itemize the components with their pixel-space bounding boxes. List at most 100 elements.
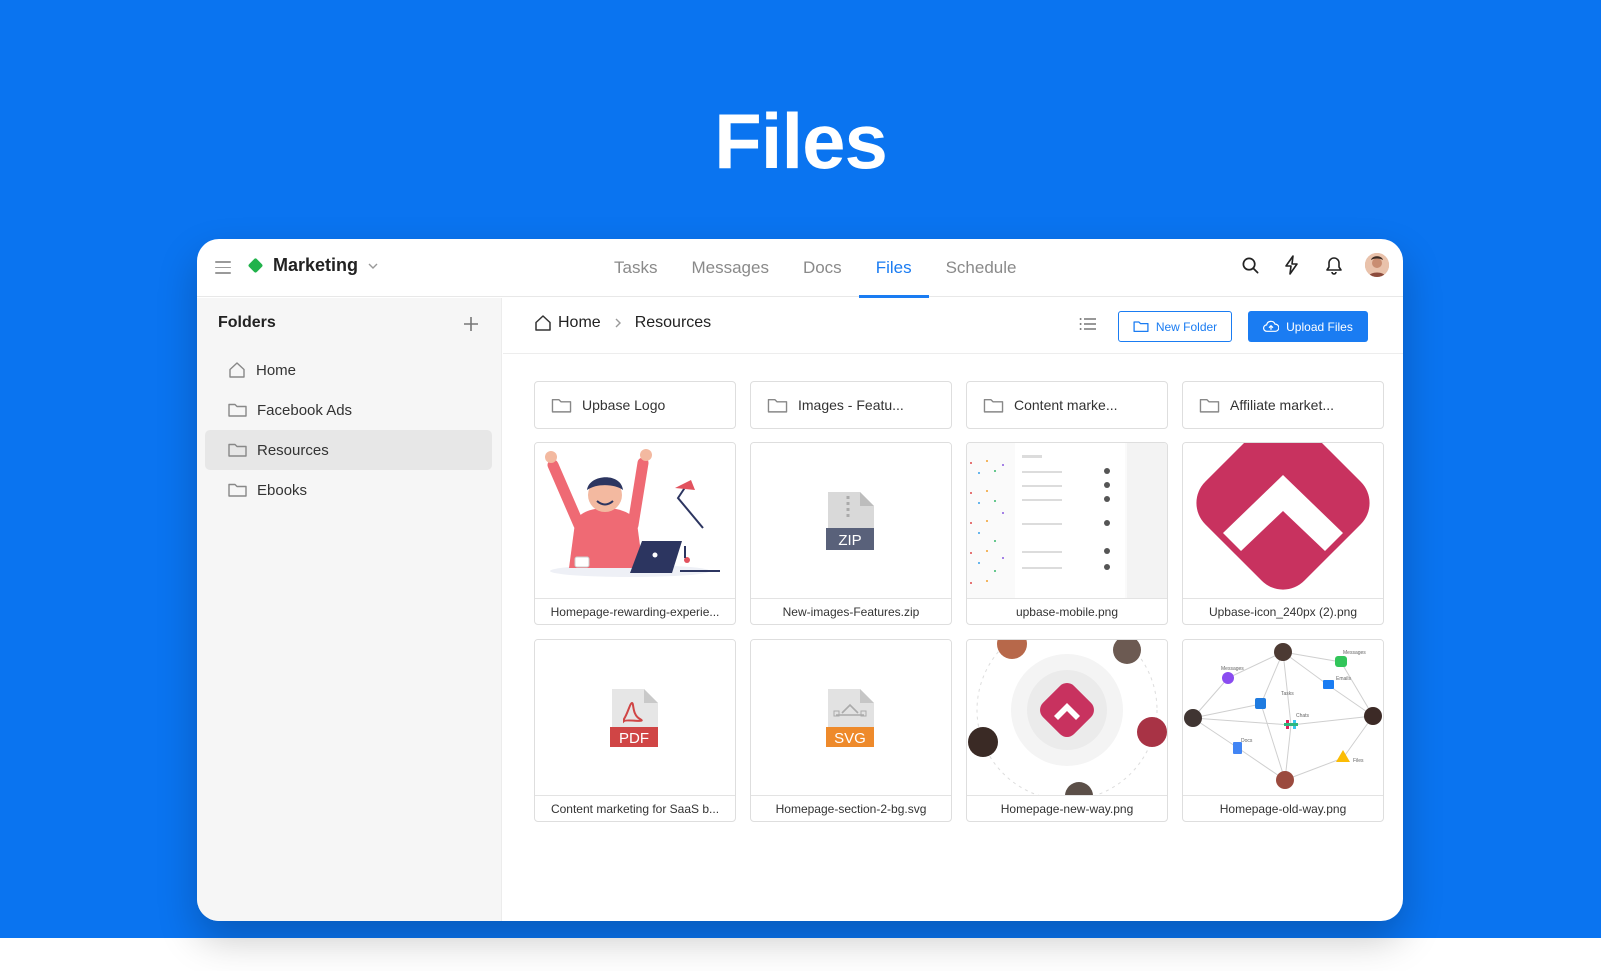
pdf-file-icon: PDF [610,688,658,747]
file-name: Upbase-icon_240px (2).png [1208,605,1358,619]
folder-icon [983,398,1004,413]
upload-files-button[interactable]: Upload Files [1248,311,1368,342]
folder-card[interactable]: Affiliate market... [1182,381,1384,429]
sidebar-item-facebook-ads[interactable]: Facebook Ads [205,390,492,430]
sidebar-item-home[interactable]: Home [205,350,492,390]
sidebar-item-ebooks[interactable]: Ebooks [205,470,492,510]
tab-schedule[interactable]: Schedule [929,239,1034,297]
folder-name: Content marke... [1014,397,1118,413]
upbase-logo-icon [1196,443,1370,590]
file-card[interactable]: Homepage-new-way.png [966,639,1168,822]
cloud-upload-icon [1263,320,1280,332]
tab-tasks[interactable]: Tasks [597,239,674,297]
chevron-right-icon [615,318,621,328]
file-card[interactable]: Upbase-icon_240px (2).png [1182,442,1384,625]
sidebar-item-label: Home [256,361,297,379]
breadcrumb-current: Resources [634,314,712,331]
file-card[interactable]: upbase-mobile.png [966,442,1168,625]
workspace-name: Marketing [273,255,359,275]
file-name: Homepage-old-way.png [1219,802,1347,816]
svg-text:Messages: Messages [1343,650,1366,656]
top-bar: Marketing Tasks Messages Docs Files Sche… [197,239,1403,298]
folder-card[interactable]: Images - Featu... [750,381,952,429]
tab-docs[interactable]: Docs [786,239,859,297]
folder-icon [228,443,247,457]
pdf-badge-label: PDF [619,730,649,747]
sidebar-folder-list: Home Facebook Ads Resources Ebooks [205,350,492,510]
folder-card[interactable]: Content marke... [966,381,1168,429]
file-card[interactable]: SVG Homepage-section-2-bg.svg [750,639,952,822]
file-grid: Homepage-rewarding-experie... ZIP New-im… [534,442,1384,822]
file-thumbnail: ZIP [751,443,951,599]
file-thumbnail: PDF [535,640,735,796]
file-thumbnail: Messages Messages Tasks Emails Chats Docs Fi… [1183,640,1383,796]
bell-icon[interactable] [1323,254,1345,276]
hero-title: Files [714,97,888,185]
lightning-icon[interactable] [1281,254,1303,276]
file-thumbnail: SVG [751,640,951,796]
zip-file-icon: ZIP [826,491,874,550]
folder-icon [228,403,247,417]
home-icon [535,315,551,331]
home-icon [229,362,245,378]
file-card[interactable]: ZIP New-images-Features.zip [750,442,952,625]
folder-icon [767,398,788,413]
content-header: Home Resources New Folder Upload Files [503,298,1403,354]
file-name: upbase-mobile.png [1015,605,1119,619]
hamburger-menu-icon[interactable] [215,261,231,274]
file-name: Content marketing for SaaS b... [550,802,720,816]
folder-name: Affiliate market... [1230,397,1335,413]
file-card[interactable]: PDF Content marketing for SaaS b... [534,639,736,822]
svg-text:Emails: Emails [1336,676,1352,682]
file-name: Homepage-rewarding-experie... [550,605,720,619]
chevron-down-icon [368,263,378,269]
breadcrumb: Home Resources [534,314,711,332]
upload-files-label: Upload Files [1286,319,1353,334]
app-window: Marketing Tasks Messages Docs Files Sche… [197,239,1403,921]
file-thumbnail [1183,443,1383,599]
new-folder-label: New Folder [1155,319,1218,334]
new-folder-button[interactable]: New Folder [1118,311,1232,342]
page-footer-strip [0,938,1601,971]
folder-icon [1133,321,1149,333]
folder-grid: Upbase Logo Images - Featu... Content ma… [534,381,1384,429]
sidebar-item-label: Resources [257,441,329,459]
file-thumbnail [535,443,735,599]
tab-files[interactable]: Files [858,239,929,298]
folder-name: Upbase Logo [582,397,666,413]
old-way-diagram-icon: Messages Messages Tasks Emails Chats Docs Fi… [1184,642,1382,789]
main-tabs: Tasks Messages Docs Files Schedule [597,239,1034,298]
file-name: Homepage-new-way.png [1000,802,1134,816]
new-way-illustration-icon [968,640,1167,795]
sidebar-item-resources[interactable]: Resources [205,430,492,470]
sidebar-item-label: Ebooks [257,481,308,499]
list-view-icon[interactable] [1079,316,1097,332]
file-card[interactable]: Messages Messages Tasks Emails Chats Docs Fi… [1182,639,1384,822]
svg-file-icon: SVG [826,688,874,747]
user-avatar[interactable] [1365,253,1389,277]
search-icon[interactable] [1239,254,1261,276]
celebration-illustration-icon [545,448,720,577]
folder-name: Images - Featu... [798,397,904,413]
file-name: Homepage-section-2-bg.svg [775,802,927,816]
folders-sidebar: Folders Home Facebook Ads Resources Eboo… [197,298,502,921]
svg-text:Messages: Messages [1221,666,1244,672]
svg-text:Files: Files [1353,758,1364,764]
file-card[interactable]: Homepage-rewarding-experie... [534,442,736,625]
svg-text:Tasks: Tasks [1281,691,1294,697]
zip-badge-label: ZIP [838,532,861,549]
svg-text:Docs: Docs [1241,738,1253,744]
tab-messages[interactable]: Messages [674,239,785,297]
main-content: Home Resources New Folder Upload Files U… [503,298,1403,921]
breadcrumb-home[interactable]: Home [534,314,601,332]
svg-text:Chats: Chats [1296,713,1310,719]
workspace-switcher[interactable]: Marketing [247,255,380,276]
add-folder-icon[interactable] [462,315,480,333]
folder-icon [228,483,247,497]
mobile-screenshot-icon [970,443,1167,598]
folder-icon [551,398,572,413]
file-thumbnail [967,640,1167,796]
sidebar-title: Folders [218,314,276,331]
folder-card[interactable]: Upbase Logo [534,381,736,429]
file-thumbnail [967,443,1167,599]
